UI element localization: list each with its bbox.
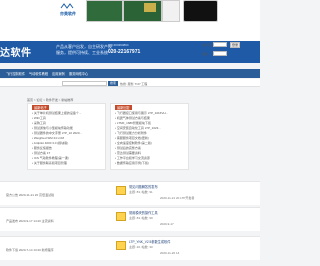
latest-post-item[interactable]: • 测试器件的中文手册 LTP_10 2020...	[32, 131, 82, 135]
product-image-board-1[interactable]	[86, 0, 123, 22]
nav-item-1[interactable]: 飞行控制软件	[6, 71, 25, 76]
nav-item-3[interactable]: 应用案例	[52, 71, 65, 76]
latest-post-item[interactable]: • Ardpilot 4000 3.0 (模块版)	[32, 141, 68, 145]
banner-qq: QQ:404394894	[108, 43, 129, 47]
logo-text: 亦美软件	[60, 11, 76, 16]
latest-posts-panel: 最新帖子 • 关于单片机测试结果上报的设备个... • WiFi工具 • 采购工…	[27, 103, 106, 170]
nav-item-4[interactable]: 服务网络中心	[69, 71, 88, 76]
latest-reply-item[interactable]: • LTMF_1686智能模块下载	[115, 121, 151, 125]
latest-post-item[interactable]: • WiFi工具	[32, 116, 46, 120]
forum-title[interactable]: 常见问题解答的发布	[129, 184, 158, 189]
forum-last-post[interactable]: 2020-9-17	[160, 222, 174, 226]
latest-reply-item[interactable]: • 飞行器接口使用与展示 LTP_1016VH...	[115, 111, 168, 115]
forum-icon	[116, 212, 126, 221]
latest-reply-item[interactable]: • 飞行测试能力分析附件	[115, 131, 147, 135]
forum-icon	[116, 241, 126, 250]
latest-post-item[interactable]: • 服务反馈报告	[32, 146, 52, 150]
latest-post-item[interactable]: • 测试通信与小型模块传输功能	[32, 126, 73, 130]
logo-mark	[60, 3, 74, 9]
latest-post-item[interactable]: • 测试方案 1T	[32, 151, 50, 155]
latest-reply-item[interactable]: • 数据传输应用示例(下载)	[115, 161, 149, 165]
password-input[interactable]	[213, 51, 227, 56]
forum-title[interactable]: 常用模块的操作工具	[129, 210, 158, 215]
latest-reply-item[interactable]: • 客服服务项目文档(更新)	[115, 136, 149, 140]
forum-meta: 主题: 83, 帖数: 99	[129, 216, 153, 220]
banner-slogan-2: 服务，提供可持续、工业系统	[56, 50, 108, 55]
password-label: 密码	[202, 52, 209, 56]
product-image-screen[interactable]	[183, 0, 218, 22]
latest-post-item[interactable]: • 关于单片机测试结果上报的设备个...	[32, 111, 81, 115]
banner-phone: 020-22167971	[108, 49, 141, 55]
forum-icon	[116, 186, 126, 195]
forum-left-info: 软件下载 2020-7-14 13:20 新增程序	[6, 248, 54, 252]
forum-left-info: 产品发布 2020-9-17 14:20 主流资料	[6, 219, 54, 223]
nav-item-2[interactable]: 气动软件教程	[29, 71, 48, 76]
login-button[interactable]: 登录	[230, 42, 240, 48]
forum-last-post[interactable]: 2020-11-20 14	[160, 251, 179, 255]
username-input[interactable]	[213, 42, 227, 47]
latest-post-item[interactable]: • ICS 气动软件教程(第一课)	[32, 156, 69, 160]
forum-last-post[interactable]: 2020-11-21 20 LTP开发者	[160, 196, 194, 200]
forum-left-info: 官方公告 2020-11-21 20 高低温试验	[6, 193, 54, 197]
latest-replies-title: 最新回复	[115, 105, 132, 110]
latest-post-item[interactable]: • Weighted SIM 24 LCM	[32, 136, 64, 140]
latest-reply-item[interactable]: • 雷达测试需要资料	[115, 151, 141, 155]
username-label: 用户名	[202, 43, 212, 47]
product-image-device[interactable]	[162, 0, 180, 22]
latest-reply-item[interactable]: • 测试后的完整方案	[115, 146, 141, 150]
latest-posts-title: 最新帖子	[32, 105, 49, 110]
forum-meta: 主题: 83, 帖数: 91	[129, 190, 153, 194]
forum-meta: 主题: 20, 帖数: 30	[129, 245, 153, 249]
product-image-chip	[144, 3, 156, 12]
latest-post-item[interactable]: • 采购工具	[32, 121, 46, 125]
latest-reply-item[interactable]: • 机翼气体测试方案与结果	[115, 116, 150, 120]
search-button[interactable]: 搜索	[108, 81, 118, 86]
forum-title[interactable]: LTP_YNK_V2.5参数生成软件	[129, 239, 170, 244]
product-image-board-2[interactable]	[123, 0, 162, 22]
hot-search: 热搜: 服务 TCP 工程	[120, 82, 148, 86]
latest-reply-item[interactable]: • 全向速度控制软件(第二版)	[115, 141, 152, 145]
banner-company-name: 达软件	[0, 48, 32, 59]
latest-reply-item[interactable]: • 空间安装自动化工具 LTP_1023...	[115, 126, 161, 130]
search-input[interactable]	[62, 81, 107, 86]
latest-reply-item[interactable]: • 工作平台和学习交流资源	[115, 156, 150, 160]
breadcrumb: 首页 > 论坛 > 软件开发 > 新帖推荐	[27, 98, 74, 102]
latest-post-item[interactable]: • 关于服务联系和项目管理	[32, 161, 67, 165]
latest-replies-panel: 最新回复 • 飞行器接口使用与展示 LTP_1016VH... • 机翼气体测试…	[110, 103, 189, 170]
